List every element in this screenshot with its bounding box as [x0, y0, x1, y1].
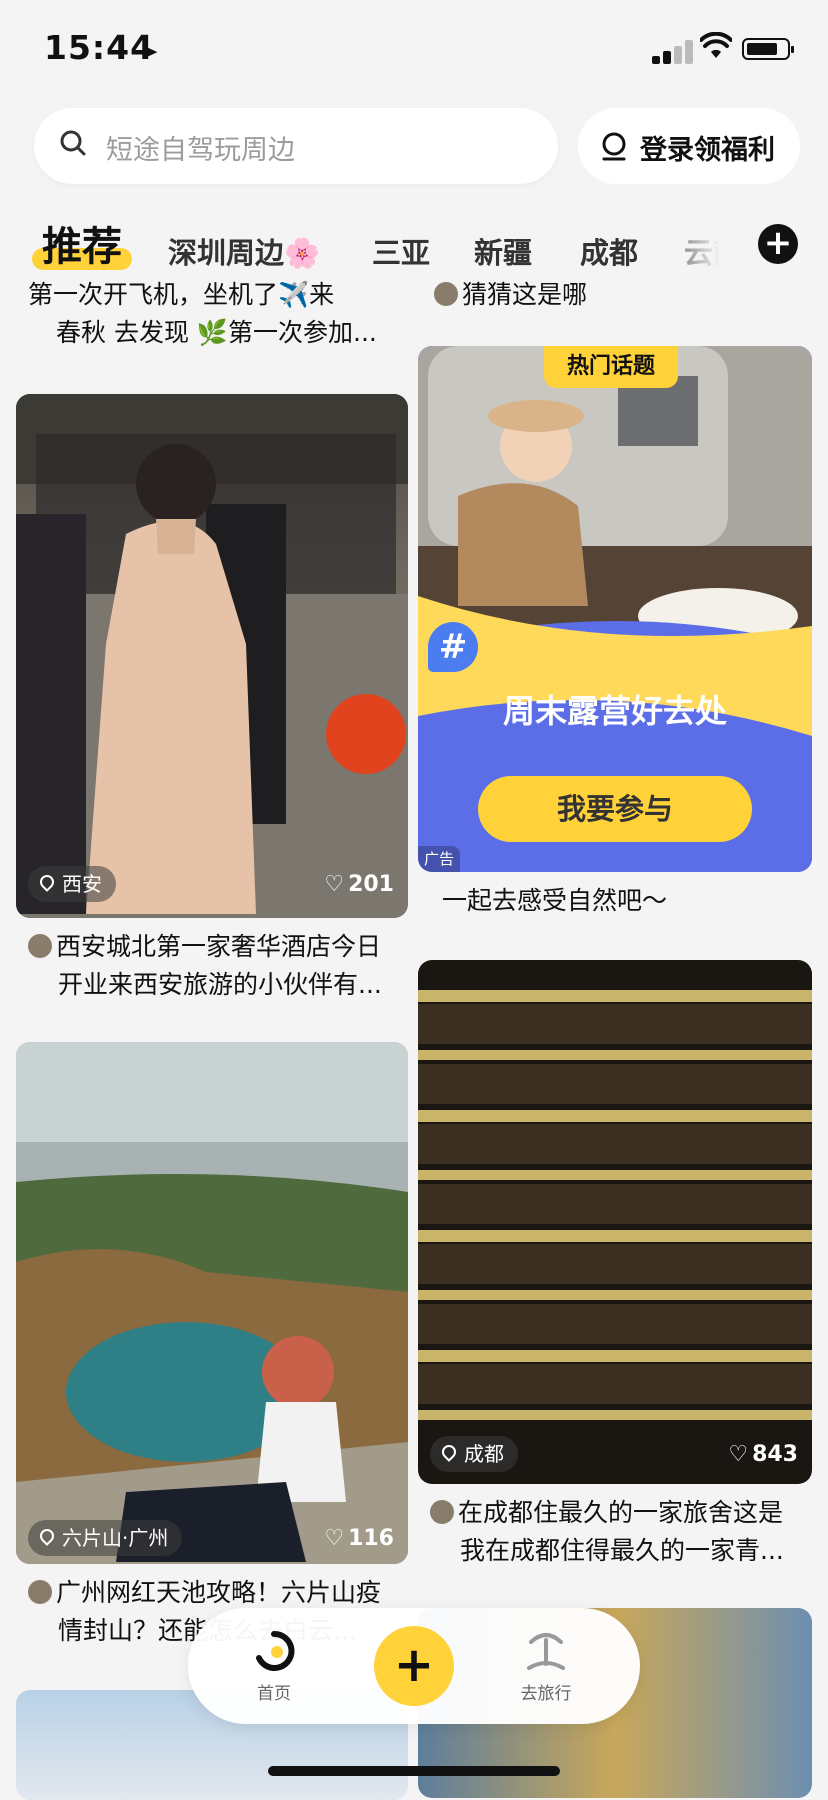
login-rewards-button[interactable]: 登录领福利: [578, 108, 800, 184]
like-count[interactable]: ♡ 116: [324, 1526, 394, 1551]
caption-line: 春秋 去发现 🌿第一次参加...: [56, 318, 377, 347]
bottom-navigation: 首页 + 去旅行: [188, 1608, 640, 1724]
caption-line: 第一次开飞机，坐机了✈️来: [28, 280, 335, 309]
like-count[interactable]: ♡ 201: [324, 872, 394, 897]
location-tag: 西安: [28, 866, 116, 902]
category-tabs: 推荐 深圳周边🌸 三亚 新疆 成都 云南 +: [0, 200, 828, 280]
post-photo: [16, 394, 408, 918]
hot-topic-badge: 热门话题: [544, 346, 678, 388]
heart-icon: ♡: [324, 1526, 345, 1551]
ad-card-camping[interactable]: 热门话题 # 周末露营好去处 我要参与 广告: [418, 346, 812, 872]
post-card-liupianshan[interactable]: 六片山·广州 ♡ 116: [16, 1042, 408, 1564]
search-placeholder: 短途自驾玩周边: [106, 135, 295, 166]
publish-button[interactable]: +: [374, 1626, 454, 1706]
wifi-icon: [700, 32, 732, 58]
tab-fade: [650, 200, 750, 280]
nav-travel[interactable]: 去旅行: [506, 1628, 586, 1704]
ad-label: 广告: [418, 846, 461, 872]
location-tag: 六片山·广州: [28, 1520, 183, 1556]
avatar: [28, 934, 52, 958]
ad-title: 周末露营好去处: [502, 692, 727, 730]
nav-home[interactable]: 首页: [244, 1628, 304, 1704]
join-button[interactable]: 我要参与: [478, 776, 752, 842]
tab-xinjiang[interactable]: 新疆: [474, 230, 532, 272]
post-caption[interactable]: 西安城北第一家奢华酒店今日 开业来西安旅游的小伙伴有...: [28, 928, 408, 1004]
heart-icon: ♡: [728, 1442, 749, 1467]
heart-icon: ♡: [324, 872, 345, 897]
cellular-signal-icon: [652, 38, 696, 64]
ad-caption[interactable]: 一起去感受自然吧～: [442, 882, 667, 920]
status-time: 15:44: [44, 28, 155, 67]
home-indicator[interactable]: [268, 1766, 560, 1776]
status-bar: 15:44 ➤: [0, 0, 828, 96]
tab-chengdu[interactable]: 成都: [580, 230, 638, 272]
home-icon: [256, 1630, 295, 1671]
post-caption[interactable]: 在成都住最久的一家旅舍这是 我在成都住得最久的一家青...: [430, 1494, 810, 1570]
tab-shenzhen[interactable]: 深圳周边🌸: [168, 230, 320, 272]
battery-icon: [742, 38, 794, 60]
search-input[interactable]: 短途自驾玩周边: [34, 108, 558, 184]
avatar: [28, 1580, 52, 1604]
avatar: [434, 282, 458, 306]
location-tag: 成都: [430, 1436, 518, 1472]
post-card-chengdu[interactable]: 成都 ♡ 843: [418, 960, 812, 1484]
search-icon: [60, 130, 86, 156]
list-item-caption[interactable]: 猜猜这是哪: [434, 276, 587, 314]
login-rewards-label: 登录领福利: [640, 135, 775, 166]
tab-recommend[interactable]: 推荐: [42, 214, 122, 272]
post-photo: [16, 1042, 408, 1564]
tab-sanya[interactable]: 三亚: [372, 230, 430, 272]
list-item-caption[interactable]: 第一次开飞机，坐机了✈️来 春秋 去发现 🌿第一次参加...: [28, 276, 408, 352]
like-count[interactable]: ♡ 843: [728, 1442, 798, 1467]
user-icon: [602, 132, 626, 161]
add-tab-icon[interactable]: +: [758, 224, 798, 264]
post-photo: [418, 990, 812, 1420]
location-arrow-icon: ➤: [140, 40, 159, 65]
hashtag-icon: #: [428, 622, 478, 672]
post-card-xian[interactable]: 西安 ♡ 201: [16, 394, 408, 918]
beach-icon: [527, 1633, 565, 1670]
avatar: [430, 1500, 454, 1524]
